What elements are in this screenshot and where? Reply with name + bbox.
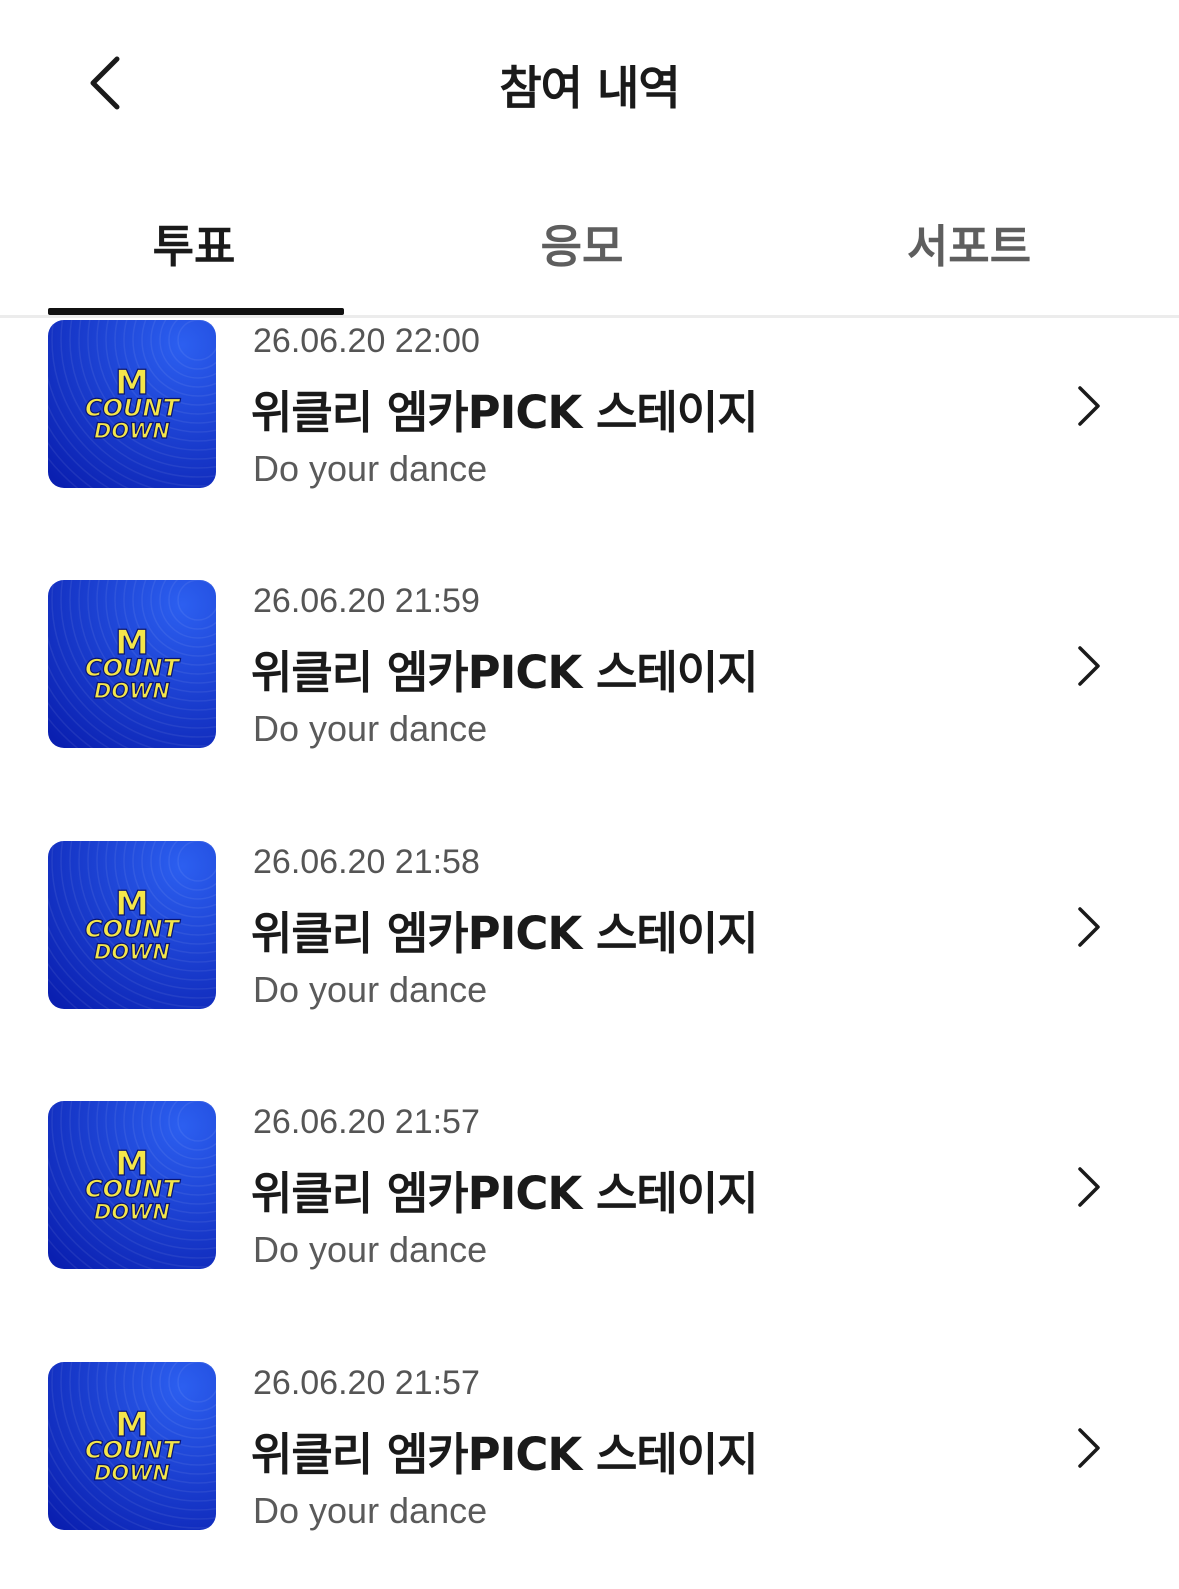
chevron-right-icon <box>1078 1167 1100 1207</box>
page-title: 참여 내역 <box>499 61 680 115</box>
chevron-right-icon <box>1078 386 1100 426</box>
mcountdown-thumbnail: M COUNT DOWN <box>48 1362 216 1530</box>
svg-text:DOWN: DOWN <box>94 1461 170 1485</box>
list-item[interactable]: M COUNT DOWN 26.06.20 21:59 위클리 엠카PICK 스테이… <box>0 580 1179 780</box>
svg-text:COUNT: COUNT <box>85 915 181 943</box>
chevron-right-icon <box>1078 907 1100 947</box>
item-date: 26.06.20 21:57 <box>253 1103 480 1141</box>
svg-text:COUNT: COUNT <box>85 1175 181 1203</box>
active-tab-indicator <box>48 308 344 315</box>
tab-support[interactable]: 서포트 <box>819 210 1119 275</box>
svg-text:DOWN: DOWN <box>94 1200 170 1224</box>
item-title: 위클리 엠카PICK 스테이지 <box>251 646 759 699</box>
tab-vote[interactable]: 투표 <box>44 210 344 275</box>
item-subtitle: Do your dance <box>253 708 488 749</box>
item-date: 26.06.20 21:59 <box>253 582 480 620</box>
item-subtitle: Do your dance <box>253 448 488 489</box>
list-item[interactable]: M COUNT DOWN 26.06.20 22:00 위클리 엠카PICK 스테이… <box>0 320 1179 520</box>
mcountdown-thumbnail: M COUNT DOWN <box>48 841 216 1009</box>
item-date: 26.06.20 21:57 <box>253 1364 480 1402</box>
item-date: 26.06.20 21:58 <box>253 843 480 881</box>
chevron-right-icon <box>1078 1428 1100 1468</box>
mcountdown-thumbnail: M COUNT DOWN <box>48 580 216 748</box>
item-subtitle: Do your dance <box>253 969 488 1010</box>
chevron-right-icon <box>1078 646 1100 686</box>
svg-text:COUNT: COUNT <box>85 1436 181 1464</box>
tab-entry[interactable]: 응모 <box>432 210 732 275</box>
header: 참여 내역 <box>0 0 1179 170</box>
item-title: 위클리 엠카PICK 스테이지 <box>251 907 759 960</box>
mcountdown-thumbnail: M COUNT DOWN <box>48 1101 216 1269</box>
item-title: 위클리 엠카PICK 스테이지 <box>251 386 759 439</box>
svg-text:DOWN: DOWN <box>94 419 170 443</box>
svg-text:COUNT: COUNT <box>85 394 181 422</box>
item-date: 26.06.20 22:00 <box>253 322 480 360</box>
item-title: 위클리 엠카PICK 스테이지 <box>251 1167 759 1220</box>
svg-text:DOWN: DOWN <box>94 940 170 964</box>
tab-bar: 투표 응모 서포트 <box>0 190 1179 318</box>
svg-text:DOWN: DOWN <box>94 679 170 703</box>
mcountdown-thumbnail: M COUNT DOWN <box>48 320 216 488</box>
item-title: 위클리 엠카PICK 스테이지 <box>251 1428 759 1481</box>
item-subtitle: Do your dance <box>253 1229 488 1270</box>
list-item[interactable]: M COUNT DOWN 26.06.20 21:58 위클리 엠카PICK 스테이… <box>0 841 1179 1041</box>
participation-list: M COUNT DOWN 26.06.20 22:00 위클리 엠카PICK 스테이… <box>0 318 1179 1589</box>
list-item[interactable]: M COUNT DOWN 26.06.20 21:57 위클리 엠카PICK 스테이… <box>0 1101 1179 1301</box>
list-item[interactable]: M COUNT DOWN 26.06.20 21:57 위클리 엠카PICK 스테이… <box>0 1362 1179 1562</box>
item-subtitle: Do your dance <box>253 1490 488 1531</box>
svg-text:COUNT: COUNT <box>85 654 181 682</box>
